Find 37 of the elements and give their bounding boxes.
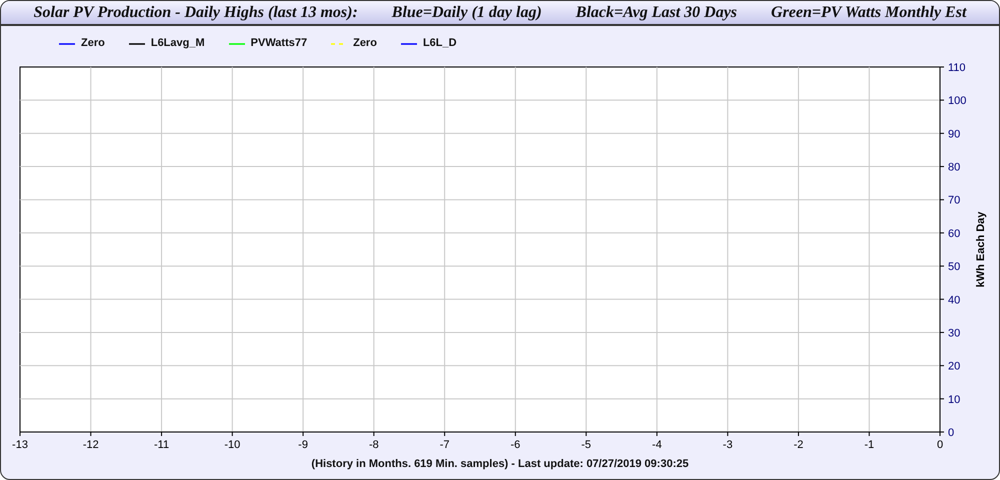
chart-footer: (History in Months. 619 Min. samples) - Last update: 07/27/2019 09:30:25 — [311, 456, 689, 472]
legend-label: L6Lavg_M — [150, 36, 205, 52]
x-tick-label: -13 — [12, 439, 28, 451]
legend-label: Zero — [81, 36, 105, 52]
x-tick-label: -12 — [82, 439, 99, 451]
x-tick-label: -11 — [154, 439, 170, 451]
x-tick-label: -8 — [368, 439, 379, 451]
y-tick-label: 100 — [948, 95, 966, 108]
y-tick-label: 110 — [948, 62, 966, 74]
x-tick-label: -1 — [864, 439, 874, 451]
y-axis-label: kWh Each Day — [975, 212, 987, 288]
y-tick-label: 70 — [948, 194, 960, 207]
y-tick-label: 30 — [948, 327, 960, 340]
chart-title: Green=PV Watts Monthly Est — [771, 3, 966, 23]
x-tick-label: -10 — [224, 439, 240, 451]
x-tick-label: -6 — [510, 439, 520, 451]
y-tick-label: 60 — [948, 228, 960, 240]
x-tick-label: -7 — [440, 439, 450, 451]
y-tick-label: 20 — [948, 360, 960, 373]
legend-label: L6L_D — [422, 36, 457, 52]
y-tick-label: 90 — [948, 128, 960, 140]
x-tick-label: -5 — [581, 439, 592, 451]
x-tick-label: -9 — [298, 439, 308, 451]
x-tick-label: -3 — [722, 439, 733, 451]
y-tick-label: 50 — [948, 261, 960, 274]
chart-title: Solar PV Production - Daily Highs (last 13 mos): — [34, 3, 358, 23]
x-tick-label: -2 — [794, 439, 804, 451]
y-tick-label: 80 — [948, 162, 960, 174]
y-tick-label: 0 — [948, 427, 954, 439]
y-tick-label: 10 — [948, 394, 960, 406]
chart-title: Black=Avg Last 30 Days — [576, 3, 738, 23]
chart-title: Blue=Daily (1 day lag) — [392, 3, 542, 23]
y-tick-label: 40 — [948, 294, 960, 306]
legend-label: Zero — [353, 36, 377, 52]
x-tick-label: -4 — [652, 439, 662, 451]
legend-label: PVWatts77 — [250, 36, 308, 52]
x-tick-label: 0 — [936, 439, 944, 451]
